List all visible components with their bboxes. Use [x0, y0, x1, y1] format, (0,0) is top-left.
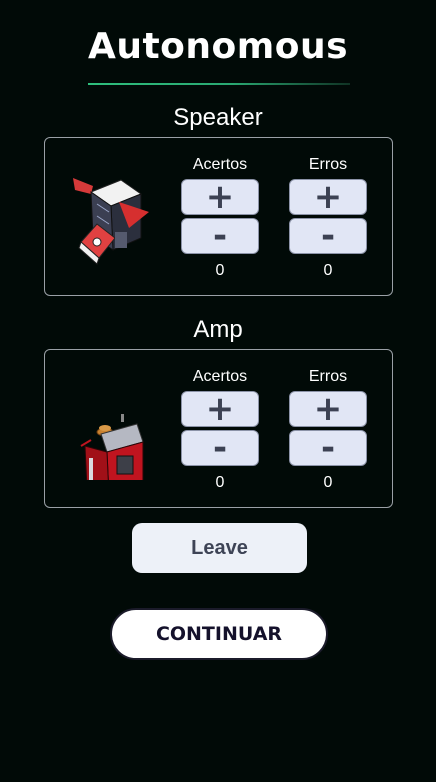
section-title-speaker: Speaker: [173, 104, 263, 131]
section-title-amp: Amp: [193, 316, 243, 343]
amp-robot-image: [80, 414, 144, 480]
amp-acertos-plus-button[interactable]: +: [181, 389, 259, 429]
amp-erros-count: 0: [323, 474, 333, 491]
speaker-panel: Acertos + - 0 Erros + - 0: [44, 137, 393, 296]
leave-button[interactable]: Leave: [132, 523, 307, 573]
amp-acertos-minus-button[interactable]: -: [181, 428, 259, 468]
amp-erros-plus-button[interactable]: +: [289, 389, 367, 429]
page-title: Autonomous: [87, 26, 349, 67]
speaker-erros-plus-button[interactable]: +: [289, 177, 367, 217]
amp-panel: Acertos + - 0 Erros + - 0: [44, 349, 393, 508]
amp-acertos-count: 0: [215, 474, 225, 491]
speaker-erros-minus-button[interactable]: -: [289, 216, 367, 256]
continuar-button[interactable]: CONTINUAR: [110, 608, 328, 660]
amp-erros-minus-button[interactable]: -: [289, 428, 367, 468]
speaker-robot-image: [73, 178, 149, 265]
speaker-acertos-minus-button[interactable]: -: [181, 216, 259, 256]
acertos-label: Acertos: [192, 156, 248, 173]
title-underline: [88, 83, 350, 85]
acertos-label: Acertos: [192, 368, 248, 385]
speaker-acertos-plus-button[interactable]: +: [181, 177, 259, 217]
erros-label: Erros: [308, 156, 348, 173]
speaker-acertos-count: 0: [215, 262, 225, 279]
speaker-erros-count: 0: [323, 262, 333, 279]
erros-label: Erros: [308, 368, 348, 385]
